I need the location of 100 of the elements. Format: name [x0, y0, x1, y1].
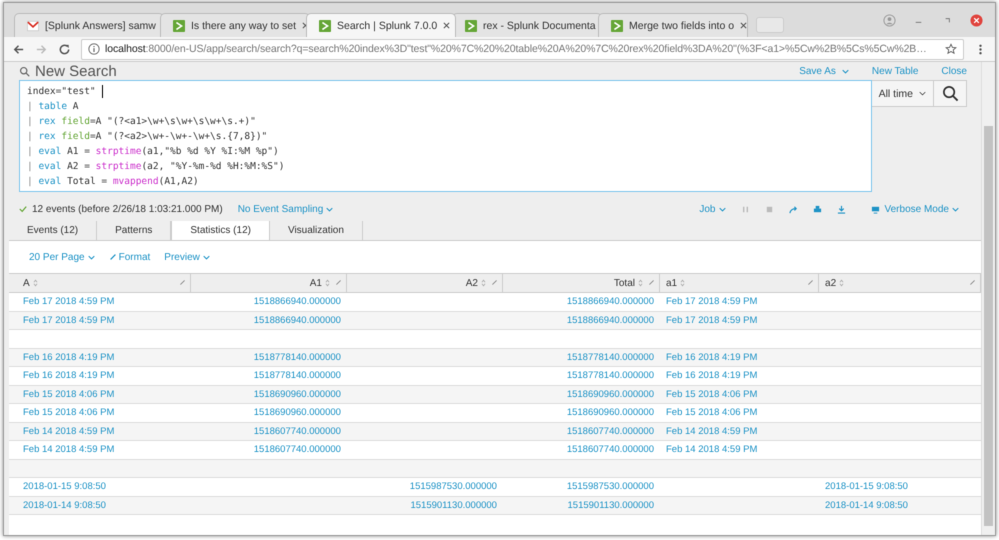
table-cell[interactable]: 2018-01-14 9:08:50: [23, 500, 106, 510]
result-tab[interactable]: Statistics (12): [171, 221, 270, 240]
table-cell[interactable]: Feb 15 2018 4:06 PM: [23, 388, 114, 400]
column-header[interactable]: a1: [666, 278, 678, 288]
share-icon[interactable]: [788, 204, 798, 214]
table-cell[interactable]: Feb 16 2018 4:19 PM: [666, 370, 758, 381]
sort-icon[interactable]: [680, 279, 686, 287]
table-cell[interactable]: 1518607740.000000: [254, 444, 341, 455]
table-cell[interactable]: 1518866940.000000: [254, 314, 341, 326]
table-cell[interactable]: 1515901130.000000: [410, 500, 497, 510]
column-header[interactable]: A2: [466, 278, 478, 288]
checkmark-icon: [19, 205, 27, 213]
browser-tab[interactable]: Search | Splunk 7.0.0: [306, 13, 456, 37]
browser-tab[interactable]: rex - Splunk Documenta: [452, 13, 602, 37]
browser-tab[interactable]: Merge two fields into o: [598, 13, 748, 37]
column-header[interactable]: a2: [825, 278, 836, 288]
sort-icon[interactable]: [480, 279, 486, 287]
table-cell[interactable]: Feb 16 2018 4:19 PM: [23, 370, 114, 381]
table-cell[interactable]: 1518607740.000000: [566, 426, 654, 436]
pencil-icon[interactable]: [807, 279, 814, 286]
download-icon[interactable]: [836, 204, 846, 214]
table-cell[interactable]: 1518690960.000000: [566, 407, 654, 418]
page-title: New Search: [35, 62, 117, 80]
table-cell[interactable]: 2018-01-15 9:08:50: [23, 481, 106, 492]
back-arrow-icon[interactable]: [12, 42, 25, 56]
sort-icon[interactable]: [32, 279, 38, 287]
table-cell[interactable]: 1515987530.000000: [410, 481, 497, 492]
job-menu[interactable]: Job: [699, 204, 726, 214]
table-cell[interactable]: 1518778140.000000: [566, 352, 654, 362]
table-cell[interactable]: Feb 17 2018 4:59 PM: [23, 314, 114, 326]
table-cell[interactable]: 1518778140.000000: [566, 370, 654, 381]
header-link[interactable]: Save As: [799, 66, 849, 76]
table-cell[interactable]: 1518778140.000000: [254, 370, 341, 381]
table-cell[interactable]: 1518866940.000000: [566, 296, 654, 307]
time-range-button[interactable]: All time: [872, 80, 934, 107]
format-button[interactable]: Format: [108, 252, 150, 262]
search-editor[interactable]: [19, 80, 872, 192]
user-icon[interactable]: [883, 14, 896, 26]
table-cell[interactable]: Feb 16 2018 4:19 PM: [666, 352, 758, 362]
browser-tab[interactable]: [Splunk Answers] samw: [14, 13, 164, 37]
table-cell[interactable]: 2018-01-15 9:08:50: [825, 481, 908, 492]
table-cell[interactable]: Feb 15 2018 4:06 PM: [23, 407, 114, 418]
star-icon[interactable]: [945, 43, 957, 55]
forward-arrow-icon[interactable]: [35, 42, 48, 56]
code-line: | eval A2 = strptime(a2, "%Y-%m-%d %H:%M:%S"): [27, 160, 286, 174]
address-bar[interactable]: localhost:8000/en-US/app/search/search?q=search%20index%3D"test"%20%7C%20%20table%20A%20%7C%20rex%20field%3DA%20"(%3F<a1>%5Cw%2B%5Cs%5Cw%2B…: [81, 38, 964, 60]
header-link[interactable]: New Table: [872, 66, 918, 76]
table-cell[interactable]: Feb 14 2018 4:59 PM: [23, 444, 114, 455]
table-cell[interactable]: 2018-01-14 9:08:50: [825, 500, 908, 510]
pencil-icon[interactable]: [648, 279, 655, 286]
table-cell[interactable]: 1518690960.000000: [566, 388, 654, 400]
pause-icon[interactable]: [740, 204, 750, 214]
info-icon: [88, 43, 100, 55]
sampling-dropdown[interactable]: No Event Sampling: [238, 204, 334, 214]
pencil-icon[interactable]: [490, 279, 498, 286]
sort-icon[interactable]: [839, 279, 844, 287]
column-header[interactable]: Total: [614, 278, 635, 288]
close-icon[interactable]: [740, 22, 748, 29]
table-cell[interactable]: 1515987530.000000: [566, 481, 654, 492]
close-icon[interactable]: [443, 22, 450, 29]
print-icon[interactable]: [812, 204, 822, 214]
table-cell[interactable]: Feb 15 2018 4:06 PM: [666, 388, 758, 400]
table-cell[interactable]: Feb 14 2018 4:59 PM: [666, 426, 758, 436]
table-cell[interactable]: 1518690960.000000: [254, 388, 341, 400]
search-icon: [942, 85, 958, 102]
table-cell[interactable]: Feb 17 2018 4:59 PM: [23, 296, 114, 307]
table-cell[interactable]: Feb 17 2018 4:59 PM: [666, 296, 758, 307]
reload-icon[interactable]: [58, 42, 71, 56]
table-cell[interactable]: Feb 15 2018 4:06 PM: [666, 407, 758, 418]
table-cell[interactable]: 1518866940.000000: [566, 314, 654, 326]
table-cell[interactable]: Feb 14 2018 4:59 PM: [666, 444, 758, 455]
sort-icon[interactable]: [638, 279, 643, 287]
close-icon[interactable]: [970, 14, 983, 26]
sort-icon[interactable]: [324, 279, 330, 287]
table-cell[interactable]: 1518607740.000000: [566, 444, 654, 455]
pencil-icon[interactable]: [969, 279, 976, 286]
column-header[interactable]: A1: [310, 278, 322, 288]
table-cell[interactable]: 1518607740.000000: [254, 426, 341, 436]
column-header[interactable]: A: [23, 278, 30, 288]
stop-icon[interactable]: [764, 204, 774, 214]
mode-dropdown[interactable]: Verbose Mode: [884, 204, 959, 214]
table-cell[interactable]: Feb 17 2018 4:59 PM: [666, 314, 758, 326]
table-cell[interactable]: 1515901130.000000: [568, 500, 654, 510]
code-line: | rex field=A "(?<a2>\w+-\w+-\w+\s.{7,8})": [27, 130, 268, 144]
scroll-thumb[interactable]: [984, 126, 993, 526]
table-cell[interactable]: Feb 16 2018 4:19 PM: [23, 352, 114, 362]
chevron-icon: [173, 20, 185, 32]
search-button[interactable]: [934, 80, 967, 107]
table-cell[interactable]: 1518778140.000000: [254, 352, 341, 362]
scrollbar[interactable]: [981, 62, 995, 535]
preview-dropdown[interactable]: Preview: [164, 252, 210, 262]
pencil-icon[interactable]: [178, 279, 186, 286]
table-cell[interactable]: Feb 14 2018 4:59 PM: [23, 426, 114, 436]
header-link[interactable]: Close: [941, 66, 967, 76]
pencil-icon[interactable]: [334, 279, 342, 286]
per-page-dropdown[interactable]: 20 Per Page: [29, 252, 95, 262]
table-cell[interactable]: 1518690960.000000: [254, 407, 341, 418]
table-cell[interactable]: 1518866940.000000: [254, 296, 341, 307]
caret-icon: [919, 91, 926, 96]
browser-tab[interactable]: Is there any way to set: [160, 13, 310, 37]
